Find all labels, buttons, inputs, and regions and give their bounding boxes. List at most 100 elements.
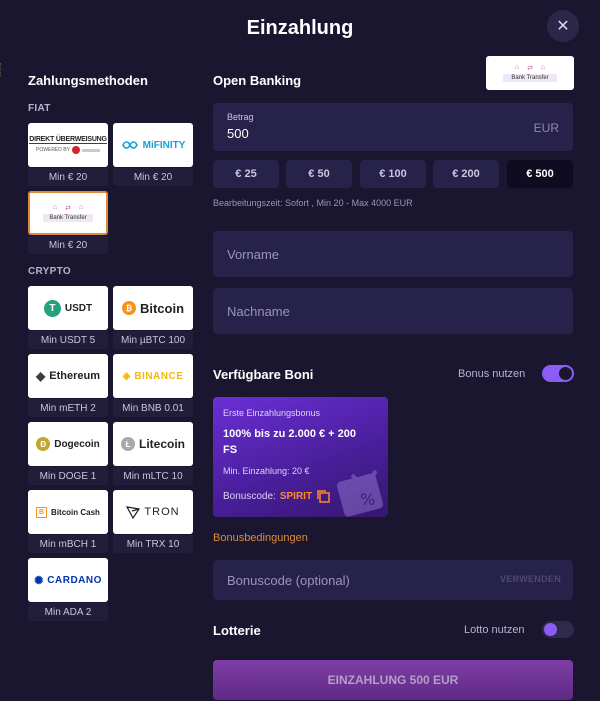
method-min: Min TRX 10 <box>113 535 193 553</box>
powered-by-text: POWERED BY <box>36 147 70 153</box>
direkt-ueberweisung-name: DIREKT ÜBERWEISUNG <box>29 136 107 144</box>
method-ethereum[interactable]: ◆ Ethereum Min mETH 2 <box>28 354 108 417</box>
method-mifinity[interactable]: MiFINITY Min € 20 <box>113 123 193 186</box>
amount-field[interactable]: Betrag 500 EUR <box>213 103 573 151</box>
method-min: Min USDT 5 <box>28 331 108 349</box>
first-name-field[interactable]: Vorname <box>213 231 573 277</box>
mifinity-icon <box>121 141 138 149</box>
close-button[interactable]: ✕ <box>547 10 579 42</box>
lottery-toggle-knob <box>544 623 557 636</box>
amount-chip-50[interactable]: € 50 <box>286 160 352 188</box>
bonus-card-min: Min. Einzahlung: 20 € <box>223 466 310 476</box>
bank-transfer-logo: ⌂ ⇄ ⌂ Bank Transfer <box>28 191 108 235</box>
cardano-icon: ✺ <box>34 574 44 587</box>
deposit-submit-button[interactable]: EINZAHLUNG 500 EUR <box>213 660 573 700</box>
bonus-heading: Verfügbare Boni <box>213 367 314 382</box>
ethereum-logo: ◆ Ethereum <box>28 354 108 398</box>
bonus-card-subtitle: Erste Einzahlungsbonus <box>223 408 321 418</box>
crypto-label: CRYPTO <box>28 266 71 277</box>
binance-logo: ◈ BINANCE <box>113 354 193 398</box>
dogecoin-name: Dogecoin <box>54 438 100 450</box>
litecoin-logo: Ł Litecoin <box>113 422 193 466</box>
bonus-code-label: Bonuscode: <box>223 490 276 502</box>
method-min: Min € 20 <box>28 168 108 186</box>
bonus-card-code-row: Bonuscode: SPIRIT <box>223 489 330 503</box>
method-min: Min mLTC 10 <box>113 467 193 485</box>
mifinity-logo: MiFINITY <box>113 123 193 167</box>
method-min: Min ADA 2 <box>28 603 108 621</box>
first-name-placeholder: Vorname <box>227 247 280 262</box>
lottery-toggle-label: Lotto nutzen <box>464 624 525 636</box>
provider-badge-icon <box>71 146 80 154</box>
bonus-terms-link[interactable]: Bonusbedingungen <box>213 532 308 544</box>
lottery-toggle[interactable] <box>542 621 574 638</box>
copy-icon[interactable] <box>316 489 330 503</box>
provider-mark-icon <box>81 148 100 152</box>
cardano-name: CARDANO <box>47 574 102 586</box>
bitcoin-icon: ₿ <box>121 301 136 315</box>
method-dogecoin[interactable]: Ð Dogecoin Min DOGE 1 <box>28 422 108 485</box>
method-usdt[interactable]: T USDT Min USDT 5 <box>28 286 108 349</box>
open-banking-logo: ⌂ ⇄ ⌂ Bank Transfer <box>486 56 574 90</box>
method-min: Min € 20 <box>28 236 108 254</box>
bonus-toggle-label: Bonus nutzen <box>458 368 526 380</box>
method-tron[interactable]: TRON Min TRX 10 <box>113 490 193 553</box>
amount-chip-500[interactable]: € 500 <box>507 160 573 188</box>
modal-header: Einzahlung ✕ <box>0 0 600 58</box>
bonus-toggle[interactable] <box>542 365 574 382</box>
bonus-toggle-knob <box>559 367 572 380</box>
bitcoin-cash-logo: B Bitcoin Cash <box>28 490 108 534</box>
bank-icons: ⌂ ⇄ ⌂ <box>52 204 84 212</box>
bank-transfer-name: Bank Transfer <box>43 214 93 222</box>
last-name-field[interactable]: Nachname <box>213 288 573 334</box>
method-binance[interactable]: ◈ BINANCE Min BNB 0.01 <box>113 354 193 417</box>
bank-icons: ⌂ ⇄ ⌂ <box>514 64 546 72</box>
direkt-ueberweisung-logo: DIREKT ÜBERWEISUNG POWERED BY <box>28 123 108 167</box>
method-min: Min € 20 <box>113 168 193 186</box>
amount-chip-25[interactable]: € 25 <box>213 160 279 188</box>
amount-currency: EUR <box>533 121 559 135</box>
bonus-card-title: 100% bis zu 2.000 € + 200 FS <box>223 428 357 456</box>
method-min: Min DOGE 1 <box>28 467 108 485</box>
method-min: Min mETH 2 <box>28 399 108 417</box>
method-bitcoin[interactable]: ₿ Bitcoin Min µBTC 100 <box>113 286 193 349</box>
bitcoin-name: Bitcoin <box>139 300 185 316</box>
method-bank-transfer[interactable]: ⌂ ⇄ ⌂ Bank Transfer Min € 20 <box>28 191 108 254</box>
bonus-code-placeholder: Bonuscode (optional) <box>227 573 350 588</box>
ethereum-name: Ethereum <box>49 370 100 382</box>
amount-chip-200[interactable]: € 200 <box>433 160 499 188</box>
tron-icon <box>126 506 141 519</box>
bonus-code-apply-button[interactable]: VERWENDEN <box>500 574 561 584</box>
methods-heading: Zahlungsmethoden <box>28 73 148 88</box>
method-bitcoin-cash[interactable]: B Bitcoin Cash Min mBCH 1 <box>28 490 108 553</box>
tether-icon: T <box>43 299 61 317</box>
binance-name: BINANCE <box>134 370 184 382</box>
last-name-placeholder: Nachname <box>227 304 290 319</box>
scroll-marker <box>0 63 3 77</box>
close-icon: ✕ <box>556 18 570 35</box>
amount-label: Betrag <box>227 112 254 122</box>
processing-info: Bearbeitungszeit: Sofort , Min 20 - Max … <box>213 198 413 208</box>
dogecoin-logo: Ð Dogecoin <box>28 422 108 466</box>
method-min: Min BNB 0.01 <box>113 399 193 417</box>
bonus-code-value: SPIRIT <box>279 490 313 502</box>
litecoin-icon: Ł <box>120 437 135 451</box>
bonus-card[interactable]: Erste Einzahlungsbonus 100% bis zu 2.000… <box>213 397 388 517</box>
lottery-heading: Lotterie <box>213 623 261 638</box>
amount-chip-100[interactable]: € 100 <box>360 160 426 188</box>
litecoin-name: Litecoin <box>138 437 185 451</box>
gift-icon: % <box>336 469 384 517</box>
method-litecoin[interactable]: Ł Litecoin Min mLTC 10 <box>113 422 193 485</box>
bitcoin-cash-name: Bitcoin Cash <box>51 507 100 517</box>
method-cardano[interactable]: ✺ CARDANO Min ADA 2 <box>28 558 108 621</box>
dogecoin-icon: Ð <box>36 437 51 451</box>
method-direkt-ueberweisung[interactable]: DIREKT ÜBERWEISUNG POWERED BY Min € 20 <box>28 123 108 186</box>
tron-logo: TRON <box>113 490 193 534</box>
modal-title: Einzahlung <box>246 17 354 39</box>
open-banking-logo-text: Bank Transfer <box>503 74 557 82</box>
mifinity-name: MiFINITY <box>142 139 186 151</box>
usdt-logo: T USDT <box>28 286 108 330</box>
bonus-code-field[interactable]: Bonuscode (optional) VERWENDEN <box>213 560 573 600</box>
ethereum-icon: ◆ <box>36 369 46 383</box>
svg-text:%: % <box>360 490 375 509</box>
